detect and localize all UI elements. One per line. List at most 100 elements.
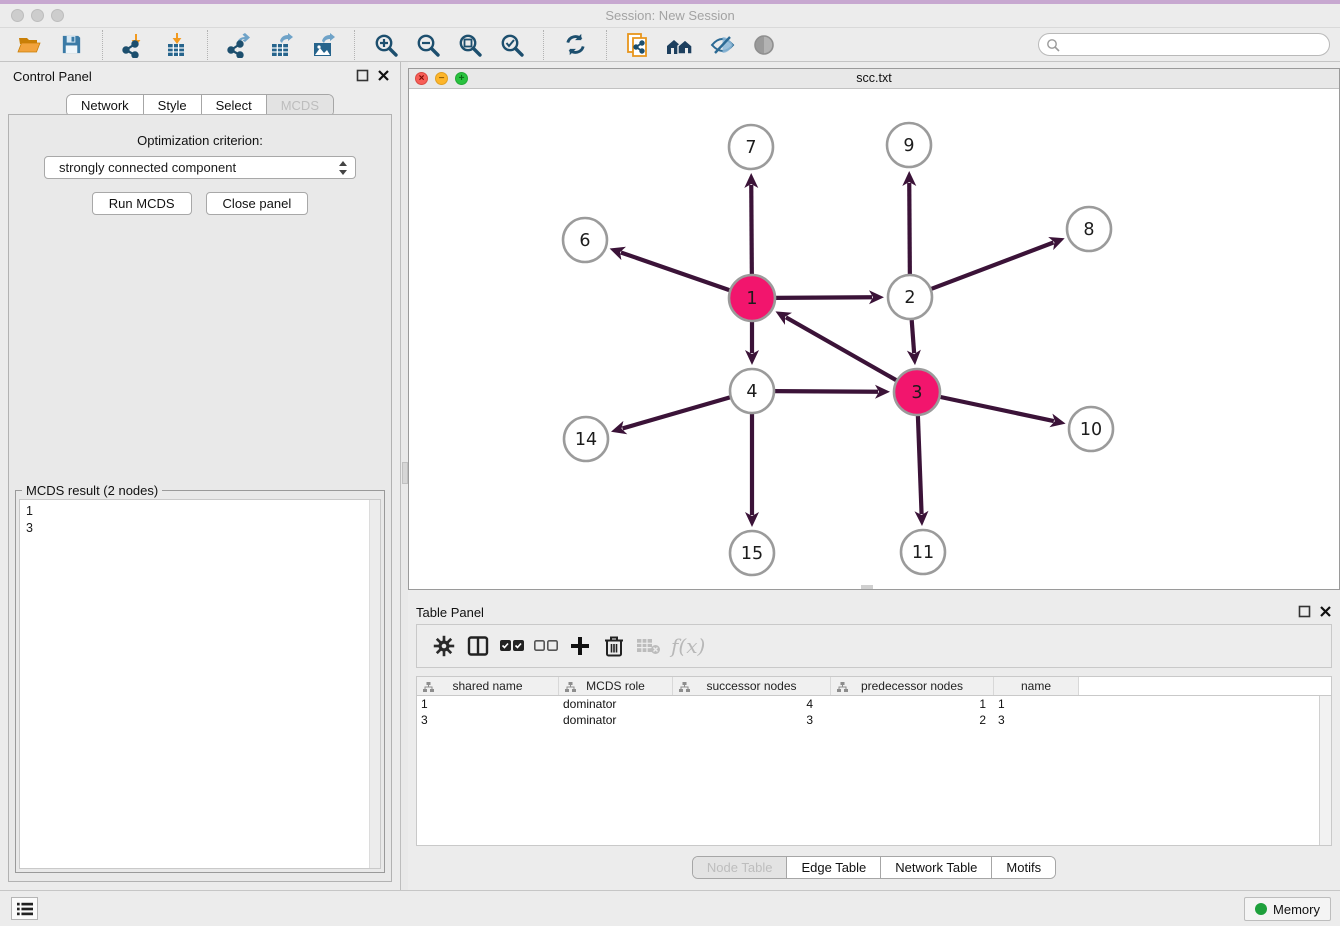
network-canvas[interactable]: 1 2 3 4 6 7 8 9 10 11 14 15 (409, 89, 1339, 589)
control-panel: Control Panel NetworkStyleSelectMCDS Opt… (0, 62, 400, 890)
cell-predecessor-nodes[interactable]: 2 (831, 712, 994, 728)
toggle-column-view-icon[interactable] (461, 629, 495, 663)
cell-name[interactable]: 1 (994, 696, 1079, 712)
graph-node-11[interactable]: 11 (901, 530, 945, 574)
hide-selected-icon[interactable] (707, 30, 737, 60)
tab-network[interactable]: Network (67, 95, 144, 116)
cell-successor-nodes[interactable]: 4 (673, 696, 831, 712)
graph-node-6[interactable]: 6 (563, 218, 607, 262)
zoom-fit-icon[interactable] (455, 30, 485, 60)
graph-node-9[interactable]: 9 (887, 123, 931, 167)
table-row[interactable]: 1dominator411 (417, 696, 1331, 712)
export-image-icon[interactable] (308, 30, 338, 60)
open-file-icon[interactable] (14, 30, 44, 60)
graph-node-14[interactable]: 14 (564, 417, 608, 461)
table-panel: Table Panel (408, 598, 1340, 890)
tab-network-table[interactable]: Network Table (881, 857, 992, 878)
node-table: shared nameMCDS rolesuccessor nodesprede… (416, 676, 1332, 846)
deselect-all-columns-icon[interactable] (529, 629, 563, 663)
optimization-criterion-dropdown[interactable]: strongly connected component (44, 156, 356, 179)
graph-node-8[interactable]: 8 (1067, 207, 1111, 251)
table-row[interactable]: 3dominator323 (417, 712, 1331, 728)
zoom-out-icon[interactable] (413, 30, 443, 60)
cell-MCDS-role[interactable]: dominator (559, 696, 673, 712)
network-from-selection-icon[interactable] (623, 30, 653, 60)
table-header-row: shared nameMCDS rolesuccessor nodesprede… (417, 677, 1331, 696)
cell-name[interactable]: 3 (994, 712, 1079, 728)
close-panel-button[interactable]: Close panel (206, 192, 309, 215)
task-history-button[interactable] (11, 897, 38, 920)
window-resize-handle[interactable] (861, 585, 873, 589)
import-table-icon[interactable] (161, 30, 191, 60)
cytoscape-app: Session: New Session (0, 0, 1340, 926)
cell-successor-nodes[interactable]: 3 (673, 712, 831, 728)
run-mcds-button[interactable]: Run MCDS (92, 192, 192, 215)
svg-text:15: 15 (741, 544, 763, 564)
import-network-icon[interactable] (119, 30, 149, 60)
select-all-columns-icon[interactable] (495, 629, 529, 663)
edge-3-10[interactable] (940, 397, 1053, 421)
export-network-icon[interactable] (224, 30, 254, 60)
toolbar-separator (606, 30, 607, 60)
edge-1-7[interactable] (751, 185, 752, 274)
tab-edge-table[interactable]: Edge Table (787, 857, 881, 878)
edge-2-8[interactable] (932, 242, 1054, 288)
first-neighbors-icon[interactable] (665, 30, 695, 60)
graph-node-3[interactable]: 3 (894, 369, 940, 415)
delete-rows-icon[interactable] (597, 629, 631, 663)
tab-style[interactable]: Style (144, 95, 202, 116)
tab-motifs[interactable]: Motifs (992, 857, 1055, 878)
control-panel-header: Control Panel (0, 62, 400, 90)
close-panel-icon[interactable] (377, 69, 390, 82)
cell-shared-name[interactable]: 3 (417, 712, 559, 728)
app-titlebar: Session: New Session (0, 4, 1340, 28)
edge-2-3[interactable] (912, 320, 914, 353)
edge-1-2[interactable] (776, 297, 872, 298)
cell-predecessor-nodes[interactable]: 1 (831, 696, 994, 712)
settings-gear-icon[interactable] (427, 629, 461, 663)
cell-MCDS-role[interactable]: dominator (559, 712, 673, 728)
graph-node-1[interactable]: 1 (729, 275, 775, 321)
session-title: Session: New Session (0, 8, 1340, 23)
toolbar-separator (102, 30, 103, 60)
edge-3-11[interactable] (918, 416, 922, 514)
graph-node-10[interactable]: 10 (1069, 407, 1113, 451)
tab-select[interactable]: Select (202, 95, 267, 116)
mcds-result-text[interactable]: 1 3 (19, 499, 381, 869)
graph-node-15[interactable]: 15 (730, 531, 774, 575)
zoom-in-icon[interactable] (371, 30, 401, 60)
graph-node-7[interactable]: 7 (729, 125, 773, 169)
column-header-successor-nodes[interactable]: successor nodes (673, 677, 831, 695)
memory-button[interactable]: Memory (1244, 897, 1331, 921)
svg-text:3: 3 (911, 383, 922, 403)
show-all-icon[interactable] (749, 30, 779, 60)
tab-node-table[interactable]: Node Table (693, 857, 788, 878)
edge-4-3[interactable] (775, 391, 878, 392)
graph-node-2[interactable]: 2 (888, 275, 932, 319)
column-header-predecessor-nodes[interactable]: predecessor nodes (831, 677, 994, 695)
result-scrollbar[interactable] (369, 500, 380, 868)
save-session-icon[interactable] (56, 30, 86, 60)
table-scrollbar[interactable] (1319, 696, 1331, 845)
edge-4-14[interactable] (623, 397, 730, 428)
column-header-name[interactable]: name (994, 677, 1079, 695)
svg-text:2: 2 (904, 288, 915, 308)
export-table-icon[interactable] (266, 30, 296, 60)
close-table-panel-icon[interactable] (1319, 605, 1332, 618)
add-row-icon[interactable] (563, 629, 597, 663)
graph-node-4[interactable]: 4 (730, 369, 774, 413)
edge-3-1[interactable] (786, 317, 896, 380)
search-input[interactable] (1038, 33, 1330, 56)
float-table-panel-icon[interactable] (1298, 605, 1311, 618)
column-header-shared-name[interactable]: shared name (417, 677, 559, 695)
float-panel-icon[interactable] (356, 69, 369, 82)
edge-1-6[interactable] (621, 252, 729, 290)
table-tabs: Node TableEdge TableNetwork TableMotifs (408, 856, 1340, 879)
column-header-MCDS-role[interactable]: MCDS role (559, 677, 673, 695)
zoom-selected-icon[interactable] (497, 30, 527, 60)
refresh-layout-icon[interactable] (560, 30, 590, 60)
cell-shared-name[interactable]: 1 (417, 696, 559, 712)
panel-splitter[interactable] (400, 62, 408, 890)
edge-2-9[interactable] (909, 183, 910, 274)
tab-mcds[interactable]: MCDS (267, 95, 333, 116)
